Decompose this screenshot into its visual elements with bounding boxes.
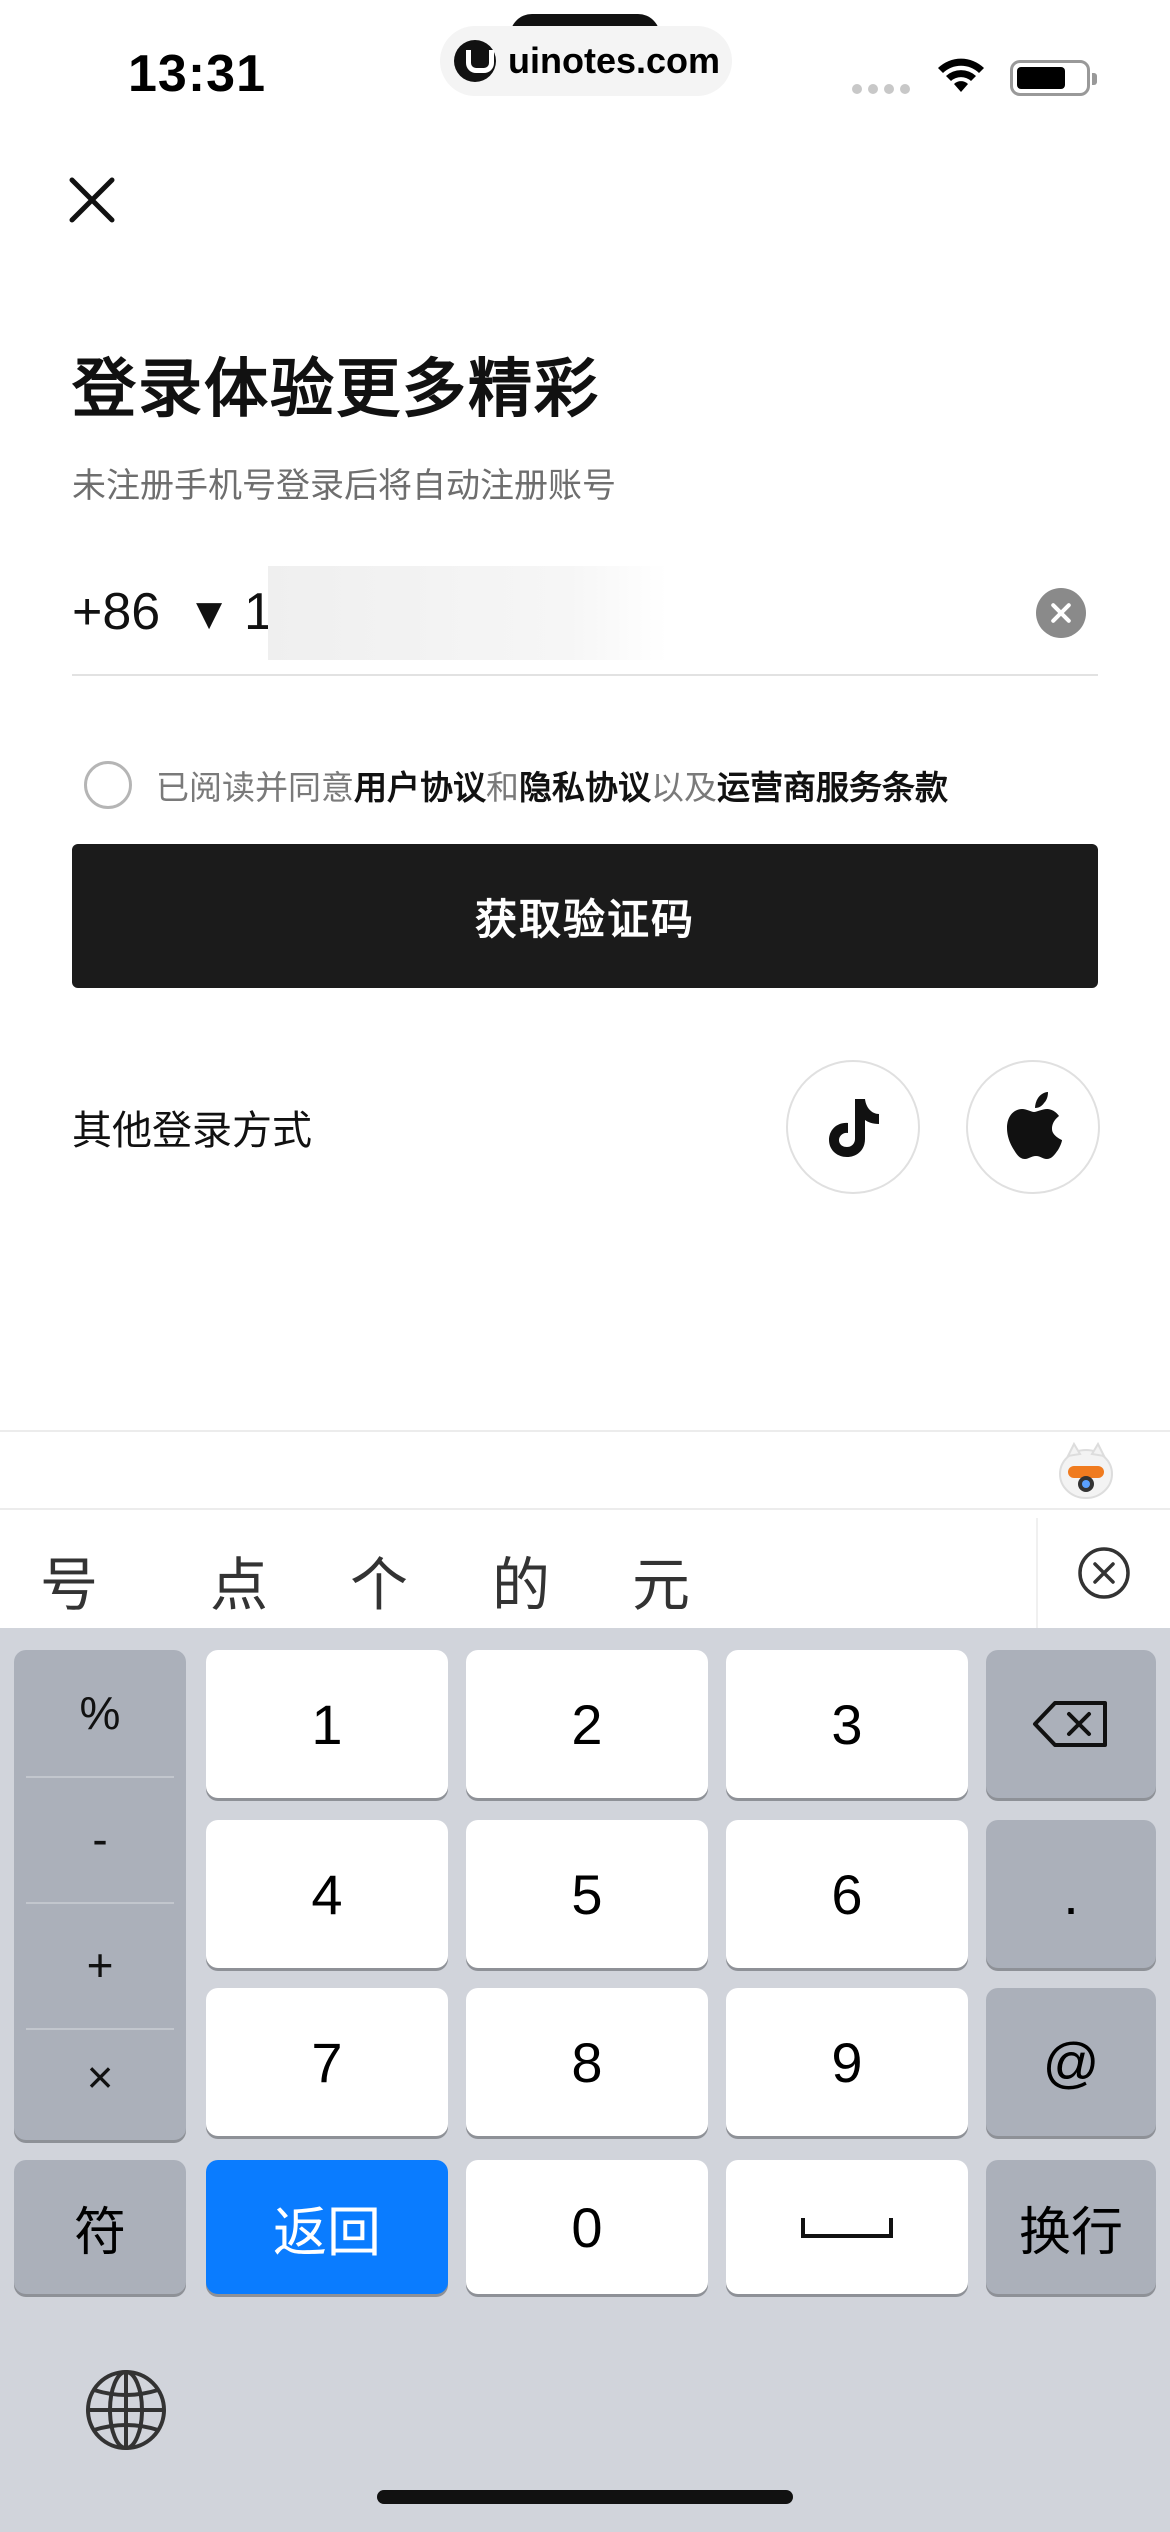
apple-icon bbox=[1007, 1092, 1062, 1159]
symbol-column[interactable]: % - + × bbox=[14, 1650, 186, 2140]
agreement-text: 已阅读并同意用户协议和隐私协议以及运营商服务条款 bbox=[156, 761, 948, 809]
url-pill: uinotes.com bbox=[440, 26, 732, 96]
symbol-key[interactable]: × bbox=[14, 2014, 186, 2140]
candidate-item[interactable]: 号 bbox=[40, 1538, 98, 1622]
dot-key[interactable]: . bbox=[986, 1820, 1156, 1968]
candidate-item[interactable]: 点 bbox=[210, 1538, 268, 1622]
privacy-agreement-link[interactable]: 隐私协议 bbox=[519, 768, 651, 807]
page-subtitle: 未注册手机号登录后将自动注册账号 bbox=[72, 466, 616, 506]
site-logo-icon bbox=[454, 40, 496, 82]
backspace-icon bbox=[1033, 1701, 1107, 1747]
digit-key[interactable]: 3 bbox=[726, 1650, 968, 1798]
apple-login-button[interactable] bbox=[966, 1060, 1100, 1194]
input-method-mascot-icon[interactable] bbox=[1054, 1440, 1118, 1504]
battery-icon bbox=[1010, 60, 1097, 96]
symbol-key[interactable]: + bbox=[14, 1902, 186, 2028]
wifi-icon bbox=[938, 58, 984, 92]
candidate-item[interactable]: 的 bbox=[492, 1538, 550, 1622]
status-time: 13:31 bbox=[128, 45, 266, 103]
digit-key[interactable]: 9 bbox=[726, 1988, 968, 2136]
tiktok-icon bbox=[829, 1099, 879, 1157]
delete-key[interactable] bbox=[986, 1650, 1156, 1798]
digit-key[interactable]: 2 bbox=[466, 1650, 708, 1798]
symbol-key[interactable]: - bbox=[14, 1776, 186, 1902]
newline-key[interactable]: 换行 bbox=[986, 2160, 1156, 2294]
user-agreement-link[interactable]: 用户协议 bbox=[354, 768, 486, 807]
candidate-item[interactable]: 元 bbox=[632, 1538, 690, 1622]
globe-icon[interactable] bbox=[84, 2368, 168, 2452]
digit-key[interactable]: 6 bbox=[726, 1820, 968, 1968]
agreement-also: 以及 bbox=[651, 768, 717, 807]
agreement-checkbox[interactable] bbox=[84, 761, 132, 809]
agreement-and: 和 bbox=[486, 768, 519, 807]
close-candidates-button[interactable] bbox=[1036, 1518, 1170, 1628]
digit-key[interactable]: 8 bbox=[466, 1988, 708, 2136]
tiktok-login-button[interactable] bbox=[786, 1060, 920, 1194]
agreement-prefix: 已阅读并同意 bbox=[156, 768, 354, 807]
keyboard-accessory-bar bbox=[0, 1430, 1170, 1508]
return-key[interactable]: 返回 bbox=[206, 2160, 448, 2294]
digit-key[interactable]: 7 bbox=[206, 1988, 448, 2136]
close-icon[interactable] bbox=[62, 170, 122, 230]
space-key[interactable] bbox=[726, 2160, 968, 2294]
home-indicator[interactable] bbox=[377, 2490, 793, 2504]
candidate-item[interactable]: 个 bbox=[350, 1538, 408, 1622]
get-code-button[interactable]: 获取验证码 bbox=[72, 844, 1098, 988]
clear-input-icon[interactable] bbox=[1036, 588, 1086, 638]
digit-key[interactable]: 4 bbox=[206, 1820, 448, 1968]
numeric-keyboard: % - + × 1 2 3 4 5 6 . 7 8 9 @ 符 返回 0 换行 bbox=[0, 1628, 1170, 2532]
url-text: uinotes.com bbox=[508, 40, 721, 81]
status-bar: 13:31 uinotes.com bbox=[0, 0, 1170, 140]
phone-input-row[interactable]: +86 ▼ 1 bbox=[72, 560, 1098, 676]
page-title: 登录体验更多精彩 bbox=[72, 353, 600, 427]
symbols-switch-key[interactable]: 符 bbox=[14, 2160, 186, 2294]
space-bar-icon bbox=[801, 2218, 893, 2238]
candidate-bar: 号 点 个 的 元 bbox=[0, 1508, 1170, 1628]
dropdown-arrow-icon[interactable]: ▼ bbox=[196, 594, 222, 634]
symbol-key[interactable]: % bbox=[14, 1650, 186, 1776]
country-code-selector[interactable]: +86 bbox=[72, 582, 160, 642]
phone-number-redaction bbox=[268, 566, 668, 660]
digit-key[interactable]: 0 bbox=[466, 2160, 708, 2294]
digit-key[interactable]: 5 bbox=[466, 1820, 708, 1968]
at-key[interactable]: @ bbox=[986, 1988, 1156, 2136]
carrier-terms-link[interactable]: 运营商服务条款 bbox=[717, 768, 948, 807]
close-circle-icon bbox=[1078, 1547, 1130, 1599]
digit-key[interactable]: 1 bbox=[206, 1650, 448, 1798]
agreement-row: 已阅读并同意用户协议和隐私协议以及运营商服务条款 bbox=[84, 758, 948, 812]
other-login-label: 其他登录方式 bbox=[72, 1108, 312, 1154]
cellular-dots-icon bbox=[852, 84, 910, 94]
